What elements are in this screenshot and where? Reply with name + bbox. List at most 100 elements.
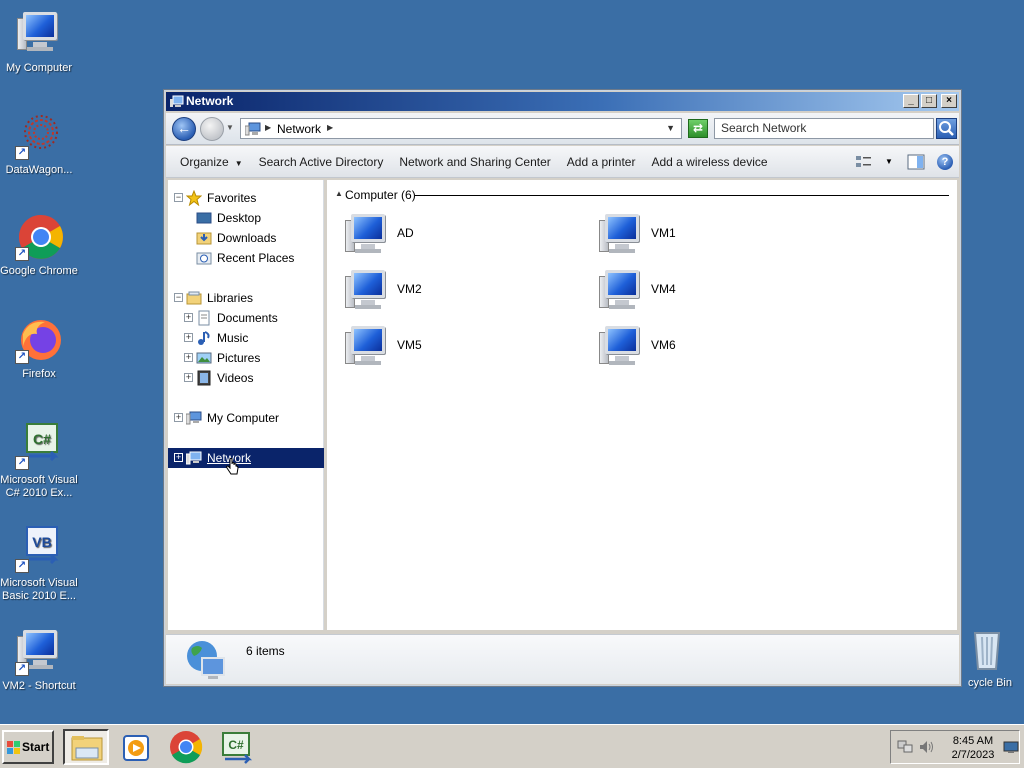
desktop-icon-label: VM2 - Shortcut [2, 680, 76, 692]
nav-item-downloads[interactable]: Downloads [168, 228, 324, 248]
nav-item-documents[interactable]: + Documents [168, 308, 324, 328]
chevron-down-icon[interactable]: ▼ [666, 123, 675, 133]
desktop-icon [196, 212, 212, 224]
recent-places-icon [196, 252, 212, 265]
clock-time: 8:45 AM [952, 735, 994, 747]
chevron-right-icon[interactable]: ▶ [327, 123, 333, 132]
recent-pages-dropdown[interactable]: ▼ [226, 123, 234, 132]
computer-item[interactable]: VM2 [345, 266, 545, 312]
windows-explorer-icon [71, 736, 103, 761]
nav-item-videos[interactable]: + Videos [168, 368, 324, 388]
breadcrumb-network[interactable]: Network [277, 122, 321, 136]
firefox-icon: ↗ [15, 316, 63, 364]
desktop-icon-my-computer[interactable]: My Computer [0, 10, 78, 75]
network-sharing-center-button[interactable]: Network and Sharing Center [391, 155, 558, 169]
collapse-icon[interactable]: − [174, 293, 183, 302]
chevron-down-icon: ▼ [234, 158, 243, 168]
computer-item[interactable]: VM6 [599, 322, 799, 368]
nav-item-network[interactable]: + Network [168, 448, 324, 475]
volume-icon[interactable] [919, 740, 935, 754]
preview-pane-button[interactable] [907, 154, 925, 170]
forward-button[interactable] [200, 117, 224, 141]
help-button[interactable]: ? [937, 154, 953, 170]
collapse-group-icon[interactable]: ▲ [335, 189, 343, 198]
search-button[interactable] [936, 118, 957, 139]
chevron-right-icon[interactable]: ▶ [265, 123, 271, 132]
address-box[interactable]: ▶ Network ▶ ▼ [240, 118, 682, 139]
nav-item-music[interactable]: + Music [168, 328, 324, 348]
expand-icon[interactable]: + [184, 333, 193, 342]
computer-item[interactable]: AD [345, 210, 545, 256]
back-button[interactable]: ← [172, 117, 196, 141]
nav-label: Documents [217, 311, 278, 325]
nav-item-libraries[interactable]: − Libraries [168, 288, 324, 308]
expand-icon[interactable]: + [184, 373, 193, 382]
view-options-dropdown[interactable]: ▼ [885, 154, 895, 170]
computer-item[interactable]: VM4 [599, 266, 799, 312]
desktop-icon-datawagon[interactable]: ↗ DataWagon... [0, 112, 78, 177]
expand-icon[interactable]: + [174, 413, 183, 422]
taskbar-app-media-player[interactable] [113, 729, 159, 765]
taskbar-app-visual-csharp[interactable]: C# [213, 729, 259, 765]
svg-text:VB: VB [32, 534, 51, 550]
collapse-icon[interactable]: − [174, 193, 183, 202]
nav-item-recent-places[interactable]: Recent Places [168, 248, 324, 268]
expand-icon[interactable]: + [184, 313, 193, 322]
computer-item-label: VM5 [397, 338, 422, 352]
taskbar-app-windows-explorer[interactable] [63, 729, 109, 765]
preview-pane-icon [907, 154, 925, 170]
start-button[interactable]: Start [2, 730, 54, 764]
change-view-button[interactable] [855, 154, 873, 170]
nav-item-favorites[interactable]: − Favorites [168, 188, 324, 208]
add-printer-button[interactable]: Add a printer [559, 155, 644, 169]
organize-menu[interactable]: Organize ▼ [172, 155, 251, 169]
chrome-icon: ↗ [15, 213, 63, 261]
computer-item-label: VM4 [651, 282, 676, 296]
computer-item[interactable]: VM1 [599, 210, 799, 256]
expand-icon[interactable]: + [184, 353, 193, 362]
datawagon-icon: ↗ [15, 112, 63, 160]
expand-icon[interactable]: + [174, 453, 183, 462]
computer-icon [186, 411, 202, 425]
taskbar: Start C# 8:45 AM 2/7/2023 [0, 724, 1024, 768]
search-icon [939, 121, 954, 136]
clock[interactable]: 8:45 AM 2/7/2023 [943, 734, 1003, 762]
group-header-computer[interactable]: ▲ Computer (6) [335, 188, 949, 202]
desktop-icon-firefox[interactable]: ↗ Firefox [0, 316, 78, 381]
search-input[interactable]: Search Network [714, 118, 934, 139]
arrow-left-icon: ← [177, 120, 191, 136]
desktop-icon-vm2-shortcut[interactable]: ↗ VM2 - Shortcut [0, 628, 78, 693]
desktop-icon-google-chrome[interactable]: ↗ Google Chrome [0, 213, 78, 278]
nav-label: Favorites [207, 191, 257, 205]
network-icon [186, 451, 202, 465]
network-icon [170, 95, 184, 107]
add-wireless-device-button[interactable]: Add a wireless device [643, 155, 775, 169]
address-bar: ← ▼ ▶ Network ▶ ▼ ⇄ Search Network [166, 113, 959, 145]
nav-item-desktop[interactable]: Desktop [168, 208, 324, 228]
desktop-icon-visual-csharp[interactable]: C# ↗ Microsoft Visual C# 2010 Ex... [0, 422, 78, 500]
taskbar-app-chrome[interactable] [163, 729, 209, 765]
svg-text:C#: C# [33, 431, 51, 447]
title-bar[interactable]: Network _ □ × [166, 92, 959, 111]
show-desktop-icon[interactable] [1003, 740, 1019, 754]
network-globe-icon [187, 641, 225, 679]
network-status-icon[interactable] [897, 740, 913, 754]
maximize-button[interactable]: □ [921, 94, 937, 108]
view-details-icon [856, 156, 871, 167]
search-active-directory-button[interactable]: Search Active Directory [251, 155, 392, 169]
refresh-button[interactable]: ⇄ [688, 119, 708, 138]
recycle-bin-icon [961, 625, 1009, 673]
computer-item[interactable]: VM5 [345, 322, 545, 368]
navigation-pane: − Favorites Desktop Downloads Recent Pla… [168, 180, 324, 630]
minimize-button[interactable]: _ [903, 94, 919, 108]
hand-cursor-icon [226, 458, 239, 475]
system-tray: 8:45 AM 2/7/2023 [890, 730, 1020, 764]
nav-item-pictures[interactable]: + Pictures [168, 348, 324, 368]
refresh-icon: ⇄ [692, 121, 704, 135]
pictures-icon [196, 352, 212, 364]
nav-item-my-computer[interactable]: + My Computer [168, 408, 324, 428]
close-button[interactable]: × [941, 94, 957, 108]
desktop-icon-visual-basic[interactable]: VB ↗ Microsoft Visual Basic 2010 E... [0, 525, 78, 603]
explorer-window: Network _ □ × ← ▼ ▶ Network ▶ ▼ ⇄ Search… [163, 89, 962, 687]
windows-logo-icon [7, 741, 20, 754]
